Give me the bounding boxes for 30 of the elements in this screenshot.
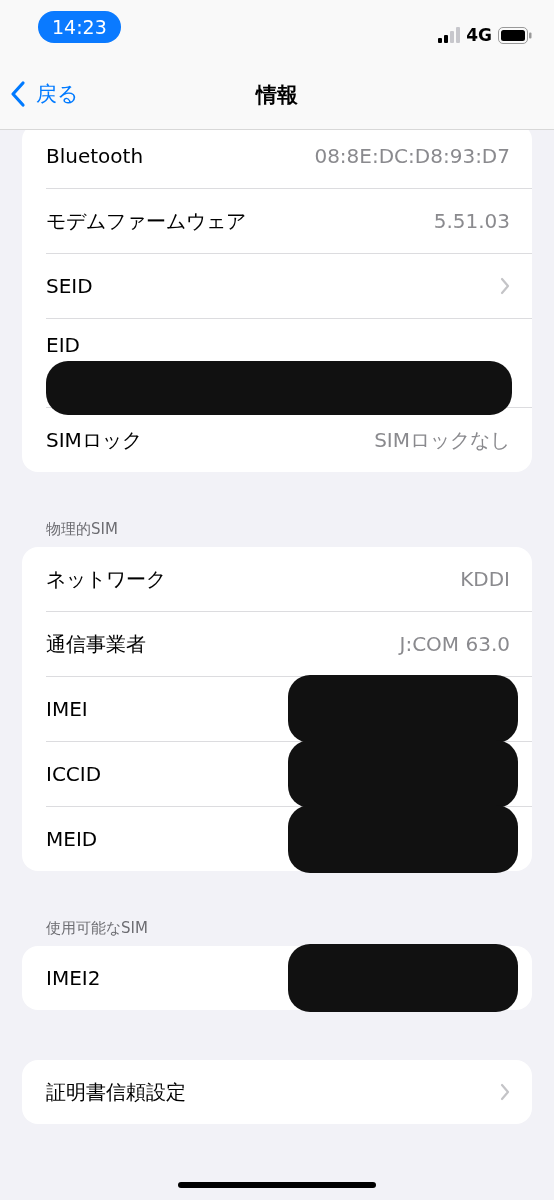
section-header: 物理的SIM (45, 519, 119, 540)
row-label: SEID (46, 274, 93, 298)
row-label: SIMロック (46, 426, 142, 454)
status-time: 14:23 (38, 11, 121, 43)
network-label: 4G (466, 25, 492, 45)
settings-row[interactable]: SEID (46, 254, 532, 319)
settings-row[interactable]: 証明書信頼設定 (46, 1060, 532, 1124)
row-label: Bluetooth (46, 144, 144, 168)
row-label: ネットワーク (46, 565, 166, 593)
battery-icon (498, 26, 532, 44)
row-label: MEID (46, 827, 98, 851)
page-title: 情報 (256, 81, 298, 109)
back-chevron-icon (10, 80, 26, 108)
chevron-icon (500, 277, 510, 295)
chevron-icon (500, 1083, 510, 1101)
row-value: SIMロックなし (374, 426, 510, 454)
row-value: 08:8E:DC:D8:93:D7 (314, 144, 510, 168)
row-label: モデムファームウェア (46, 207, 246, 235)
back-button[interactable]: 戻る (10, 80, 79, 108)
row-label: EID (46, 333, 80, 357)
row-label: 証明書信頼設定 (46, 1078, 186, 1106)
section-header: 使用可能なSIM (45, 918, 149, 939)
row-label: ICCID (46, 762, 102, 786)
row-label: IMEI2 (46, 966, 101, 990)
row-value: KDDI (460, 567, 510, 591)
row-value: J:COM 63.0 (399, 632, 510, 656)
row-value: 5.51.03 (433, 209, 510, 233)
row-label: IMEI (46, 697, 88, 721)
signal-icon (438, 27, 461, 43)
row-label: 通信事業者 (46, 630, 146, 658)
